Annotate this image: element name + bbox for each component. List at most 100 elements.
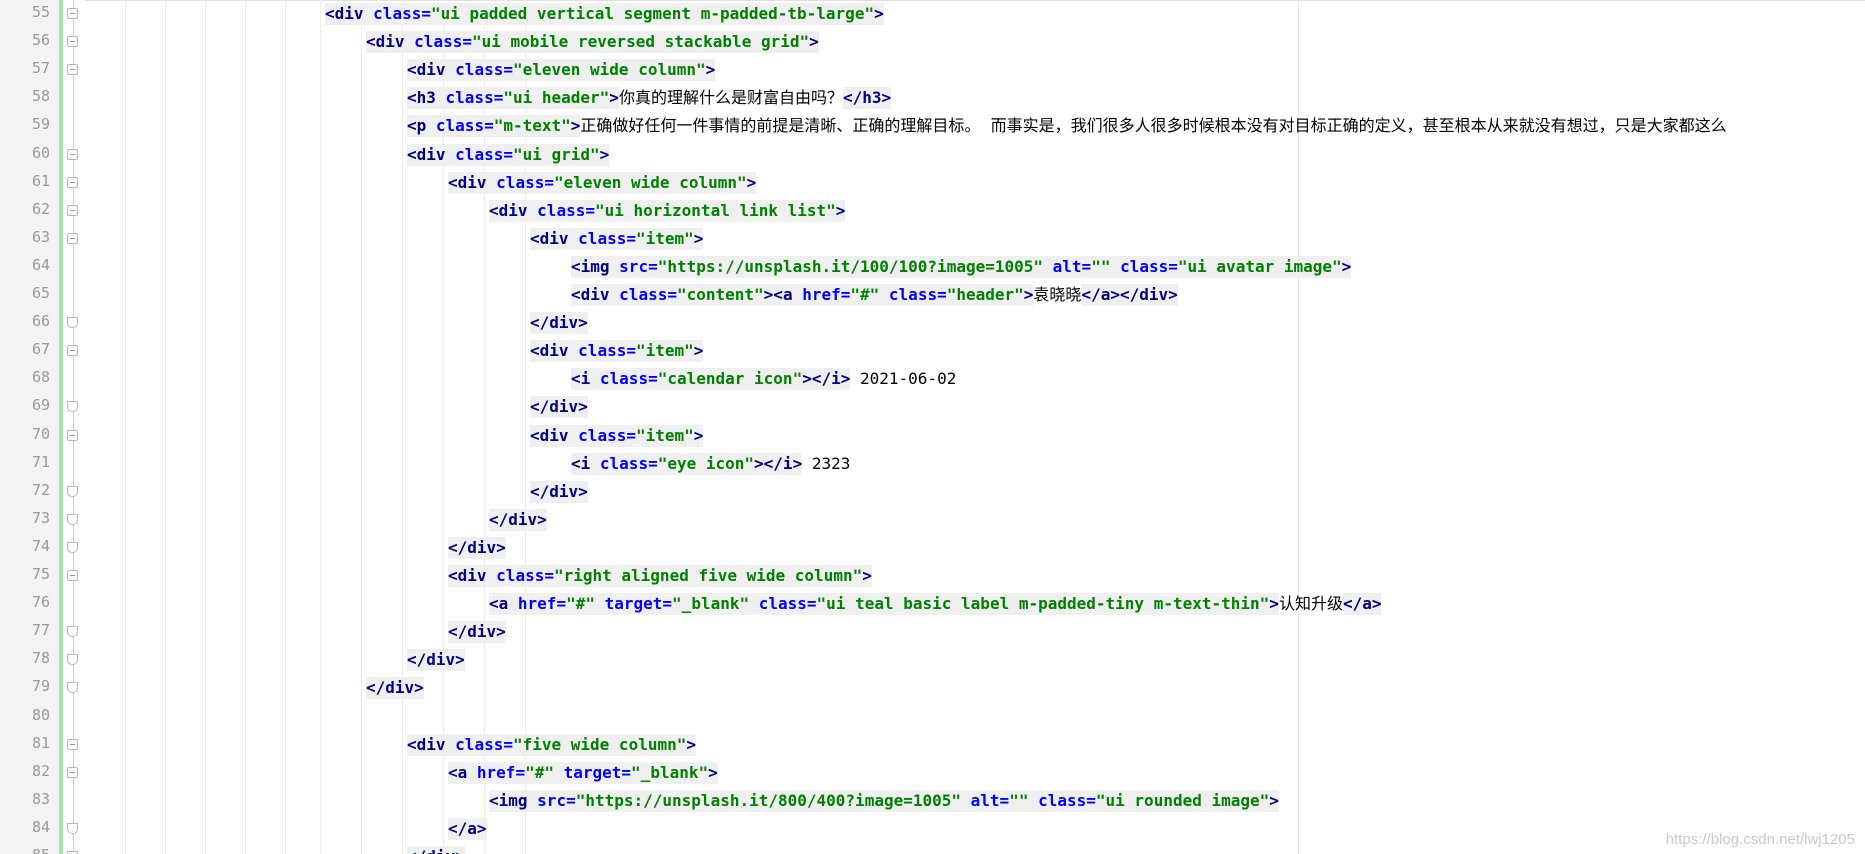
fold-collapse-icon[interactable] <box>67 232 78 244</box>
code-token-str: "eleven wide column" <box>512 59 706 82</box>
code-token-str: "#" <box>566 593 595 616</box>
code-token-str: "ui padded vertical segment m-padded-tb-… <box>430 3 875 25</box>
code-line[interactable]: <img src="https://unsplash.it/800/400?im… <box>489 788 1279 816</box>
fold-collapse-icon[interactable] <box>67 148 78 160</box>
code-token-attr: class= <box>496 171 554 194</box>
code-line[interactable]: </div> <box>489 507 547 535</box>
code-token-tag: </div> <box>366 677 424 700</box>
fold-collapse-icon[interactable] <box>67 204 78 216</box>
fold-collapse-icon[interactable] <box>67 176 78 188</box>
code-line[interactable]: <div class="five wide column"> <box>407 732 696 760</box>
fold-collapse-icon[interactable] <box>67 766 78 778</box>
code-line[interactable]: <div class="item"> <box>530 423 704 451</box>
line-number: 61 <box>31 171 50 190</box>
fold-end-icon[interactable] <box>67 654 78 666</box>
code-text: 你真的理解什么是财富自由吗？ <box>618 88 843 108</box>
fold-end-icon[interactable] <box>67 541 78 553</box>
fold-end-icon[interactable] <box>67 317 78 329</box>
code-line[interactable]: <a href="#" target="_blank"> <box>448 760 718 788</box>
line-number: 85 <box>0 846 50 854</box>
code-line[interactable]: <div class="ui mobile reversed stackable… <box>366 29 819 57</box>
fold-collapse-icon[interactable] <box>67 570 78 581</box>
code-token-tag: </div> <box>530 396 588 419</box>
code-line[interactable]: <p class="m-text">正确做好任何一件事情的前提是清晰、正确的理解… <box>407 113 1727 141</box>
fold-collapse-icon[interactable] <box>67 36 78 48</box>
code-line[interactable]: </div> <box>448 535 506 563</box>
code-line[interactable]: </div> <box>530 479 588 507</box>
code-line[interactable]: <div class="eleven wide column"> <box>448 170 757 198</box>
code-token-txt: 2021-06-02 <box>850 369 957 389</box>
code-line[interactable]: <i class="eye icon"></i> 2323 <box>571 451 850 479</box>
code-line[interactable]: </div> <box>530 310 588 338</box>
code-line[interactable]: </div> <box>448 619 506 647</box>
fold-end-icon[interactable] <box>67 822 78 834</box>
fold-collapse-icon[interactable] <box>67 738 78 750</box>
code-token-str: "right aligned five wide column" <box>553 565 863 587</box>
code-token-tag: <a <box>448 761 477 784</box>
fold-collapse-icon[interactable] <box>67 429 78 441</box>
line-number: 82 <box>31 761 50 780</box>
indent-guide <box>402 0 403 854</box>
fold-collapse-icon[interactable] <box>67 8 78 19</box>
indent-guide <box>205 0 206 854</box>
code-token-str: "#" <box>525 761 554 784</box>
code-token-str: "_blank" <box>631 761 709 784</box>
code-token-str: "calendar icon" <box>657 368 803 391</box>
code-token-str: "m-text" <box>493 115 571 138</box>
line-number: 60 <box>31 143 50 162</box>
fold-end-icon[interactable] <box>67 626 78 638</box>
code-token-tag: </div> <box>407 649 465 672</box>
fold-end-icon[interactable] <box>67 513 78 525</box>
code-token-tag: </a> <box>448 817 487 840</box>
code-line[interactable]: </div> <box>407 647 465 675</box>
code-line[interactable]: <div class="item"> <box>530 226 704 254</box>
code-token-str: "five wide column" <box>512 733 687 756</box>
code-token-attr: class= <box>455 143 513 166</box>
fold-collapse-icon[interactable] <box>67 64 78 76</box>
code-token-str: "ui teal basic label m-padded-tiny m-tex… <box>816 593 1270 616</box>
code-line[interactable]: <div class="item"> <box>530 338 704 366</box>
code-line[interactable]: </a> <box>448 816 487 844</box>
fold-end-icon[interactable] <box>67 485 78 497</box>
code-line[interactable]: </div> <box>407 844 465 854</box>
code-line[interactable]: <h3 class="ui header">你真的理解什么是财富自由吗？</h3… <box>407 85 892 113</box>
line-number: 62 <box>31 199 50 218</box>
line-number: 67 <box>31 340 50 359</box>
code-line[interactable]: </div> <box>530 394 588 422</box>
code-token-tag: <div <box>366 31 415 54</box>
code-line[interactable]: <img src="https://unsplash.it/100/100?im… <box>571 254 1352 282</box>
code-line[interactable]: <a href="#" target="_blank" class="ui te… <box>489 591 1382 619</box>
code-token-str: "#" <box>850 284 880 306</box>
code-token-tag: <i <box>571 452 600 475</box>
line-number: 65 <box>31 284 50 302</box>
code-token-attr: href= <box>476 761 526 784</box>
code-line[interactable]: <div class="ui padded vertical segment m… <box>325 1 884 29</box>
code-token-attr: class= <box>578 227 636 250</box>
indent-guide <box>125 0 126 854</box>
line-number: 56 <box>31 31 50 50</box>
code-editor[interactable]: <div class= "ui padded vertical segment m… <box>0 0 1865 854</box>
code-token-tag: <a <box>489 593 518 616</box>
code-line[interactable]: <div class="ui horizontal link list"> <box>489 198 846 226</box>
code-line[interactable]: <div class="eleven wide column"> <box>407 57 716 85</box>
code-token-attr: target= <box>594 593 673 616</box>
code-token-attr: class= <box>455 733 513 756</box>
code-token-tag: <div <box>407 59 456 82</box>
code-token-tag: <div <box>407 733 456 756</box>
code-token-tag: > <box>746 171 757 194</box>
code-line[interactable]: <div class="content"><a href="#" class="… <box>571 282 1178 310</box>
code-line[interactable]: <i class="calendar icon"></i> 2021-06-02 <box>571 366 956 394</box>
code-token-tag: <div <box>530 424 579 447</box>
code-line[interactable]: <div class="ui grid"> <box>407 142 610 170</box>
code-text: 袁晓晓 <box>1033 285 1082 304</box>
code-line[interactable]: <div class="right aligned five wide colu… <box>448 563 872 591</box>
line-number: 64 <box>31 255 50 274</box>
code-token-str: "ui avatar image" <box>1177 255 1342 278</box>
code-token-tag: ></i> <box>802 368 851 391</box>
code-line[interactable]: </div> <box>366 675 424 703</box>
code-token-attr: class= <box>879 284 947 306</box>
code-token-tag: > <box>1023 284 1034 306</box>
line-number: 59 <box>31 115 50 134</box>
code-token-str: "header" <box>946 284 1024 306</box>
fold-collapse-icon[interactable] <box>67 345 78 357</box>
